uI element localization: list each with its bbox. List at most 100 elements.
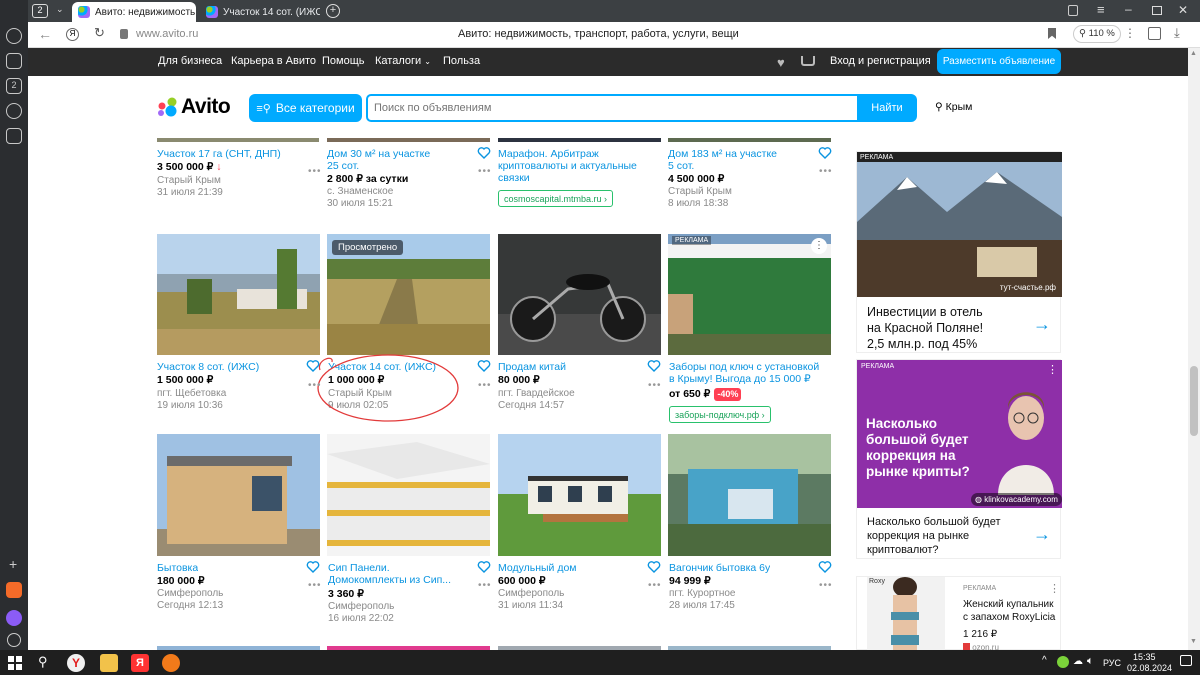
nav-help[interactable]: Помощь — [322, 55, 365, 67]
close-window-icon[interactable]: ✕ — [1178, 3, 1188, 17]
listing-title[interactable]: Участок 17 га (СНТ, ДНП) — [157, 148, 307, 160]
arrow-right-icon[interactable]: → — [1033, 524, 1051, 545]
reload-icon[interactable]: ↻ — [94, 25, 105, 41]
more-options-icon[interactable]: ••• — [308, 166, 322, 177]
listing-image[interactable] — [327, 434, 490, 556]
chevron-down-icon[interactable]: ⌄ — [56, 4, 64, 15]
listing-image[interactable] — [157, 234, 320, 355]
favorite-heart-icon[interactable] — [306, 560, 320, 574]
yandex-icon[interactable]: Я — [131, 654, 149, 672]
listing-image[interactable] — [498, 434, 661, 556]
listing-image[interactable] — [327, 138, 490, 142]
add-panel-icon[interactable]: + — [9, 556, 17, 572]
listing-title-line2[interactable]: 5 сот. — [668, 160, 694, 172]
search-icon[interactable]: ⚲ — [38, 654, 48, 670]
location-selector[interactable]: ⚲ Крым — [935, 101, 972, 113]
bookmarks-icon[interactable] — [1068, 5, 1078, 16]
nav-catalogs[interactable]: Каталоги ⌄ — [375, 55, 431, 67]
screenshot-icon[interactable] — [6, 128, 22, 144]
zoom-indicator[interactable]: ⚲ 110 % — [1073, 25, 1121, 43]
ad-banner-hotel[interactable]: РЕКЛАМА тут-счастье.рф Инвестиции в отел… — [856, 151, 1062, 353]
listing-image[interactable] — [668, 434, 831, 556]
url-text[interactable]: www.avito.ru — [136, 28, 198, 40]
cart-icon[interactable] — [801, 56, 815, 66]
download-icon[interactable]: ⤓ — [1174, 25, 1180, 41]
scrollbar-thumb[interactable] — [1190, 366, 1198, 436]
more-options-icon[interactable]: ••• — [308, 580, 322, 591]
search-button[interactable]: Найти — [857, 94, 917, 122]
search-input[interactable] — [366, 94, 860, 122]
listing-card[interactable]: Дом 30 м² на участке 25 сот. 2 800 ₽ за … — [327, 138, 490, 218]
maximize-icon[interactable] — [1152, 6, 1162, 15]
favorite-heart-icon[interactable] — [477, 359, 491, 373]
language-indicator[interactable]: РУС — [1103, 658, 1121, 668]
bookmark-icon[interactable] — [1048, 28, 1056, 39]
ad-link[interactable]: cosmoscapital.mtmba.ru › — [498, 190, 614, 207]
favorite-heart-icon[interactable] — [477, 146, 491, 160]
favorite-heart-icon[interactable] — [818, 560, 832, 574]
extension-icon[interactable] — [1148, 27, 1161, 40]
settings-icon[interactable] — [7, 633, 21, 647]
listing-image[interactable] — [668, 138, 831, 142]
ad-title-line3[interactable]: связки — [498, 172, 530, 184]
tray-app-icon[interactable] — [1057, 656, 1069, 668]
ad-image[interactable] — [498, 138, 661, 142]
listing-title-line1[interactable]: Дом 183 м² на участке — [668, 148, 777, 160]
more-options-icon[interactable]: ⋮ — [1049, 582, 1060, 595]
listing-image[interactable] — [157, 434, 320, 556]
ad-banner-crypto[interactable]: РЕКЛАМА ⋮ Насколько большой будет коррек… — [856, 359, 1062, 559]
tab-counter[interactable]: 2 — [32, 4, 48, 18]
play-icon[interactable] — [6, 103, 22, 119]
ad-image[interactable] — [668, 234, 831, 355]
heart-icon[interactable]: ♥ — [777, 55, 785, 70]
windows-start-icon[interactable] — [8, 656, 22, 670]
listing-title[interactable]: Бытовка — [157, 562, 198, 574]
arrow-right-icon[interactable]: → — [1033, 314, 1051, 335]
all-categories-button[interactable]: ≡⚲ Все категории — [249, 94, 362, 122]
listing-image[interactable] — [157, 138, 319, 142]
tabs-icon[interactable]: 2 — [6, 78, 22, 94]
more-options-icon[interactable]: ••• — [648, 380, 662, 391]
listing-card[interactable]: Дом 183 м² на участке 5 сот. 4 500 000 ₽… — [668, 138, 831, 218]
more-options-icon[interactable]: ⋮ — [811, 238, 827, 254]
yandex-id-icon[interactable]: Я — [66, 28, 79, 41]
listing-card[interactable]: Участок 17 га (СНТ, ДНП) 3 500 000 ₽ ↓ С… — [157, 138, 320, 218]
more-options-icon[interactable]: ••• — [478, 380, 492, 391]
tab-avito[interactable]: Авито: недвижимость, тр ✕ — [72, 2, 196, 22]
volume-icon[interactable]: 🔈︎ — [1087, 655, 1094, 668]
ad-title-line2[interactable]: криптовалюты и актуальные — [498, 160, 637, 172]
avito-logo[interactable]: Avito — [157, 95, 231, 119]
nav-career[interactable]: Карьера в Авито — [231, 55, 316, 67]
menu-icon[interactable]: ≡ — [1097, 2, 1105, 17]
tray-chevron-icon[interactable]: ^ — [1042, 655, 1047, 666]
listing-title-line1[interactable]: Сип Панели. — [328, 562, 390, 574]
app-icon[interactable] — [162, 654, 180, 672]
clock-date[interactable]: 02.08.2024 — [1127, 663, 1172, 673]
cloud-icon[interactable]: ☁ — [1073, 656, 1083, 667]
more-options-icon[interactable]: ⋮ — [1047, 363, 1058, 376]
ad-product-swimsuit[interactable]: Roxy РЕКЛАМА ⋮ Женский купальник с запах… — [856, 576, 1061, 651]
ad-title-line1[interactable]: Марафон. Арбитраж — [498, 148, 599, 160]
more-options-icon[interactable]: ••• — [478, 166, 492, 177]
listing-title[interactable]: Модульный дом — [498, 562, 577, 574]
mail-icon[interactable] — [6, 582, 22, 598]
scroll-down-icon[interactable]: ▼ — [1190, 638, 1197, 645]
nav-business[interactable]: Для бизнеса — [158, 55, 222, 67]
favorite-heart-icon[interactable] — [818, 146, 832, 160]
more-options-icon[interactable]: ••• — [648, 580, 662, 591]
favorite-heart-icon[interactable] — [477, 560, 491, 574]
ad-title-line1[interactable]: Заборы под ключ с установкой — [669, 361, 819, 373]
more-options-icon[interactable]: ••• — [819, 580, 833, 591]
nav-polza[interactable]: Польза — [443, 55, 480, 67]
more-options-icon[interactable]: ••• — [308, 380, 322, 391]
ad-domain-pill[interactable]: ◍ klinkovacademy.com — [971, 493, 1062, 506]
new-tab-button[interactable]: + — [326, 4, 340, 18]
listing-image[interactable] — [498, 234, 661, 355]
listing-title[interactable]: Участок 8 сот. (ИЖС) — [157, 361, 259, 373]
more-options-icon[interactable]: ••• — [819, 166, 833, 177]
minimize-icon[interactable]: – — [1125, 2, 1132, 16]
ad-link[interactable]: заборы-подключ.рф › — [669, 406, 771, 423]
favorite-heart-icon[interactable] — [306, 359, 320, 373]
tab-plot[interactable]: Участок 14 сот. (ИЖС) на — [200, 2, 320, 22]
ad-card[interactable]: Марафон. Арбитраж криптовалюты и актуаль… — [498, 138, 661, 218]
